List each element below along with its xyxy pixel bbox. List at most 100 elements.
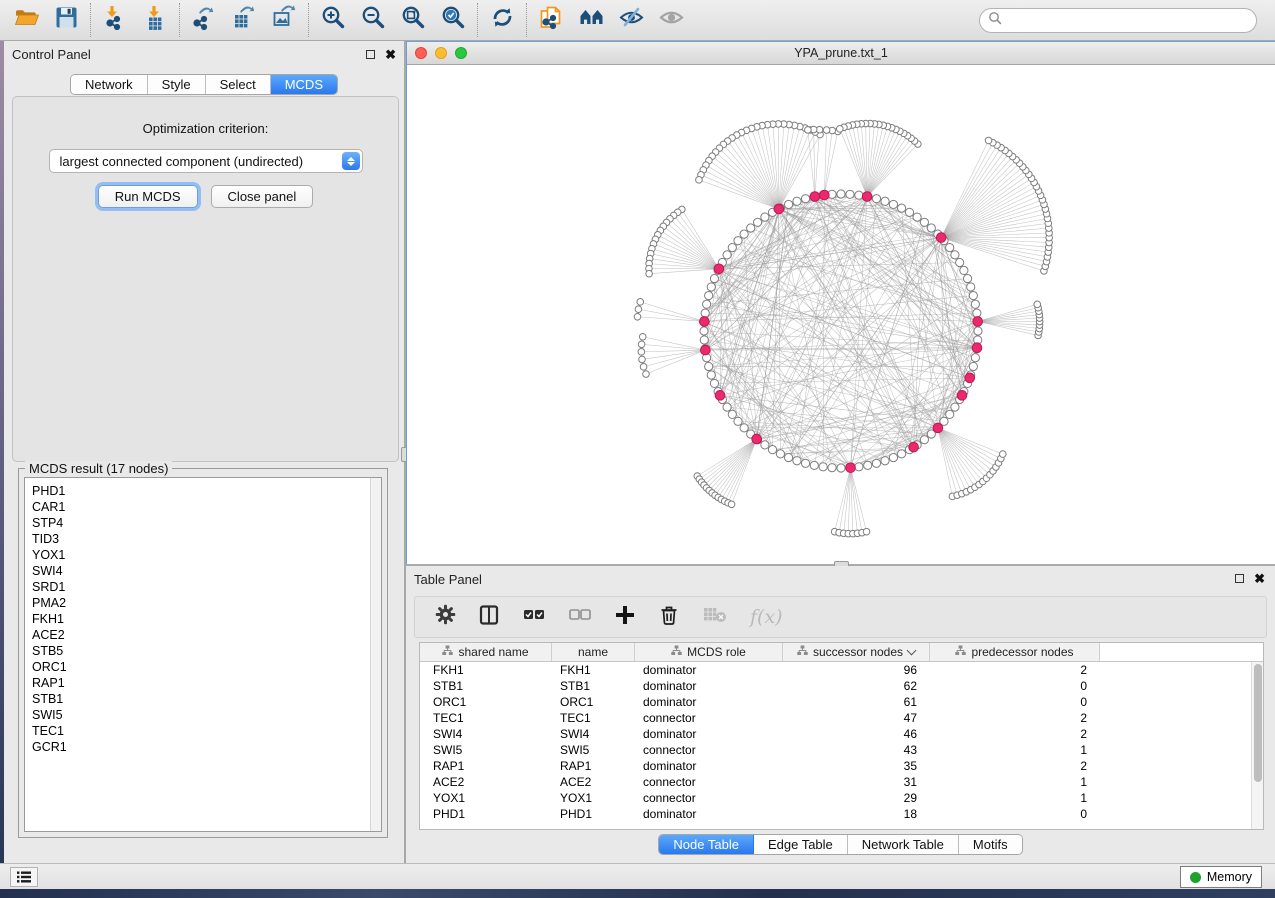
clone-network-button[interactable]: [531, 3, 571, 37]
export-network-button[interactable]: [184, 3, 224, 37]
node-table-scroll-thumb[interactable]: [1254, 664, 1262, 782]
cell-successor-nodes: 47: [783, 711, 930, 725]
find-button[interactable]: [571, 3, 611, 37]
delete-table-icon: [702, 604, 728, 631]
mcds-result-item[interactable]: ACE2: [25, 627, 381, 643]
mcds-result-list[interactable]: PHD1CAR1STP4TID3YOX1SWI4SRD1PMA2FKH1ACE2…: [24, 477, 382, 832]
mcds-result-item[interactable]: CAR1: [25, 499, 381, 515]
tab-mcds[interactable]: MCDS: [271, 75, 337, 94]
table-row[interactable]: FKH1FKH1dominator962: [420, 662, 1263, 678]
import-network-icon: [102, 4, 129, 36]
float-table-panel-icon[interactable]: [1235, 574, 1244, 583]
show-panels-button[interactable]: [10, 867, 38, 887]
table-row[interactable]: TEC1TEC1connector472: [420, 710, 1263, 726]
tab-motifs[interactable]: Motifs: [959, 835, 1022, 854]
mcds-result-title: MCDS result (17 nodes): [25, 461, 172, 476]
save-session-icon: [53, 4, 80, 36]
memory-button[interactable]: Memory: [1180, 866, 1262, 888]
mcds-result-item[interactable]: TEC1: [25, 723, 381, 739]
mcds-result-item[interactable]: SWI4: [25, 563, 381, 579]
table-row[interactable]: ORC1ORC1dominator610: [420, 694, 1263, 710]
search-input[interactable]: [1002, 11, 1256, 31]
table-row[interactable]: RAP1RAP1dominator352: [420, 758, 1263, 774]
mcds-list-scrollbar[interactable]: [370, 478, 381, 831]
close-panel-button[interactable]: Close panel: [211, 185, 314, 208]
node-table-scrollbar[interactable]: [1251, 662, 1263, 829]
column-header-shared-name[interactable]: shared name: [420, 643, 552, 661]
zoom-out-button[interactable]: [353, 3, 393, 37]
table-settings-button[interactable]: [435, 604, 456, 630]
mcds-result-item[interactable]: YOX1: [25, 547, 381, 563]
cell-predecessor-nodes: 1: [930, 743, 1100, 757]
add-row-button[interactable]: [614, 604, 636, 631]
mcds-result-item[interactable]: ORC1: [25, 659, 381, 675]
mcds-result-item[interactable]: FKH1: [25, 611, 381, 627]
tab-select[interactable]: Select: [206, 75, 271, 94]
window-zoom-icon[interactable]: [455, 47, 467, 59]
save-session-button[interactable]: [46, 3, 86, 37]
import-network-button[interactable]: [95, 3, 135, 37]
show-columns-button[interactable]: [478, 604, 500, 631]
mcds-result-item[interactable]: SWI5: [25, 707, 381, 723]
tab-network-table[interactable]: Network Table: [848, 835, 959, 854]
refresh-button[interactable]: [482, 3, 522, 37]
window-close-icon[interactable]: [415, 47, 427, 59]
mcds-result-item[interactable]: SRD1: [25, 579, 381, 595]
refresh-icon: [489, 4, 516, 36]
export-image-button[interactable]: [264, 3, 304, 37]
tab-edge-table[interactable]: Edge Table: [754, 835, 848, 854]
column-header-MCDS-role[interactable]: MCDS role: [635, 643, 783, 661]
run-mcds-button[interactable]: Run MCDS: [98, 185, 198, 208]
select-all-button[interactable]: [522, 604, 546, 631]
table-row[interactable]: SWI5SWI5connector431: [420, 742, 1263, 758]
mcds-result-item[interactable]: STB5: [25, 643, 381, 659]
close-panel-icon[interactable]: ✖: [385, 50, 396, 59]
deselect-all-button[interactable]: [568, 604, 592, 631]
float-panel-icon[interactable]: [366, 50, 375, 59]
mcds-result-item[interactable]: GCR1: [25, 739, 381, 755]
optimization-criterion-label: Optimization criterion:: [13, 121, 398, 136]
mcds-result-item[interactable]: STB1: [25, 691, 381, 707]
table-row[interactable]: STB1STB1dominator620: [420, 678, 1263, 694]
column-header-predecessor-nodes[interactable]: predecessor nodes: [930, 643, 1100, 661]
cell-predecessor-nodes: 0: [930, 695, 1100, 709]
delete-rows-button[interactable]: [658, 604, 680, 631]
tab-style[interactable]: Style: [148, 75, 206, 94]
optimization-criterion-dropdown[interactable]: largest connected component (undirected): [49, 149, 363, 173]
tab-node-table[interactable]: Node Table: [659, 835, 754, 854]
export-table-button[interactable]: [224, 3, 264, 37]
table-panel: Table Panel ✖ f(x) shared namenameMCDS r…: [406, 566, 1275, 863]
table-row[interactable]: SWI4SWI4dominator462: [420, 726, 1263, 742]
cell-MCDS-role: connector: [635, 791, 783, 805]
table-row[interactable]: YOX1YOX1connector291: [420, 790, 1263, 806]
zoom-fit-icon: [400, 4, 427, 36]
window-minimize-icon[interactable]: [435, 47, 447, 59]
zoom-fit-button[interactable]: [393, 3, 433, 37]
import-table-icon: [142, 4, 169, 36]
open-session-button[interactable]: [6, 3, 46, 37]
search-box[interactable]: [979, 8, 1257, 33]
zoom-in-button[interactable]: [313, 3, 353, 37]
function-builder-button: f(x): [750, 606, 783, 628]
table-row[interactable]: PHD1PHD1dominator180: [420, 806, 1263, 822]
zoom-selected-button[interactable]: [433, 3, 473, 37]
hide-selected-button[interactable]: [611, 3, 651, 37]
mcds-result-item[interactable]: PHD1: [25, 483, 381, 499]
show-all-button[interactable]: [651, 3, 691, 37]
cell-shared-name: STB1: [420, 679, 552, 693]
table-row[interactable]: ACE2ACE2connector311: [420, 774, 1263, 790]
column-header-name[interactable]: name: [552, 643, 635, 661]
cell-predecessor-nodes: 1: [930, 791, 1100, 805]
mcds-result-item[interactable]: PMA2: [25, 595, 381, 611]
import-table-button[interactable]: [135, 3, 175, 37]
mcds-result-item[interactable]: RAP1: [25, 675, 381, 691]
mcds-result-item[interactable]: TID3: [25, 531, 381, 547]
node-table[interactable]: shared namenameMCDS rolesuccessor nodesp…: [419, 642, 1264, 830]
column-header-successor-nodes[interactable]: successor nodes: [783, 643, 930, 661]
find-icon: [578, 4, 605, 36]
tab-network[interactable]: Network: [71, 75, 148, 94]
network-canvas[interactable]: [407, 65, 1275, 565]
cell-name: SWI5: [552, 743, 635, 757]
close-table-panel-icon[interactable]: ✖: [1254, 574, 1265, 583]
mcds-result-item[interactable]: STP4: [25, 515, 381, 531]
